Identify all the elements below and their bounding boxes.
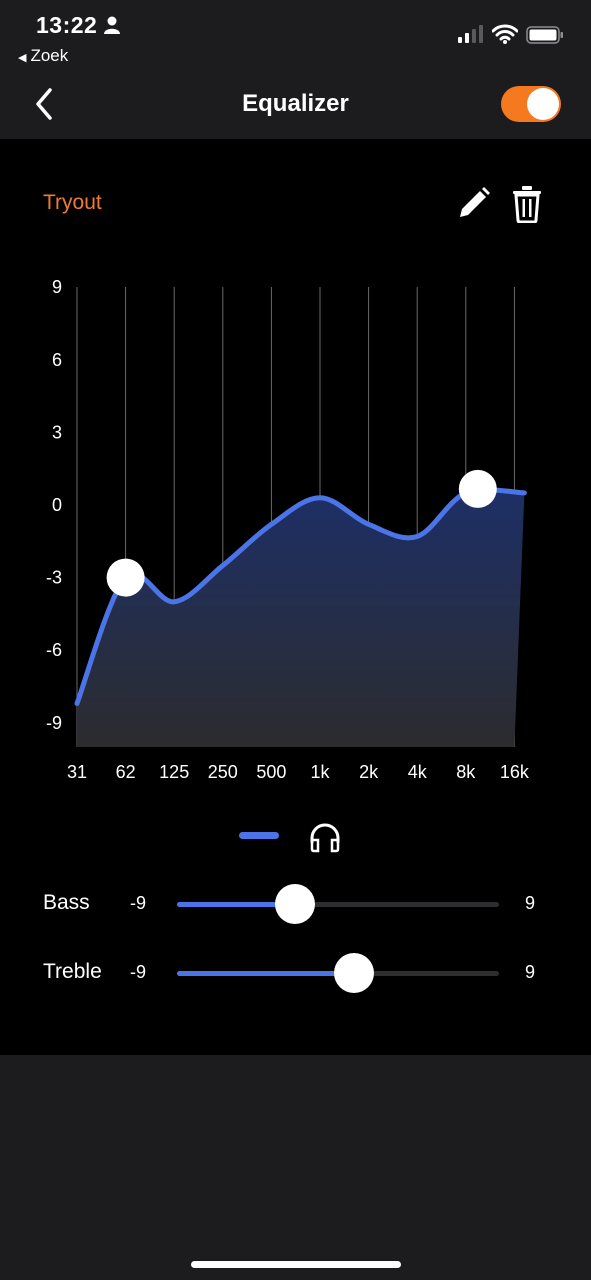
bass-slider-thumb[interactable] (275, 884, 316, 924)
x-tick-label: 125 (159, 762, 189, 782)
treble-slider[interactable] (177, 953, 499, 993)
x-tick-label: 1k (310, 762, 330, 782)
x-tick-label: 16k (500, 762, 530, 782)
equalizer-chart[interactable]: 9 6 3 0 -3 -6 -9 31 62 125 250 500 1k 2k 4k 8k 16k (0, 259, 591, 799)
x-axis-ticks: 31 62 125 250 500 1k 2k 4k 8k 16k (67, 762, 530, 782)
y-tick-label: -3 (46, 568, 62, 588)
x-tick-label: 62 (116, 762, 136, 782)
status-bar: 13:22 ◀ Zoek (0, 0, 591, 70)
equalizer-panel: Tryout 9 6 3 0 -3 -6 -9 31 62 125 250 500 1k 2k 4k 8k 1… (0, 139, 591, 1055)
treble-max-value: 9 (525, 962, 536, 982)
treble-label: Treble (43, 960, 102, 983)
x-tick-label: 8k (456, 762, 476, 782)
y-tick-label: -6 (46, 640, 62, 660)
bass-min-value: -9 (130, 893, 147, 913)
status-time: 13:22 (36, 12, 98, 38)
y-tick-label: 6 (52, 350, 62, 370)
wifi-icon (491, 24, 519, 49)
trash-icon[interactable] (510, 185, 544, 228)
y-tick-label: 9 (52, 277, 62, 297)
equalizer-toggle[interactable] (501, 86, 561, 122)
treble-slider-fill (177, 971, 355, 976)
cellular-signal-icon (458, 25, 484, 48)
x-tick-label: 500 (256, 762, 286, 782)
back-app-label: Zoek (30, 46, 69, 65)
y-tick-label: 3 (52, 422, 62, 442)
y-axis-ticks: 9 6 3 0 -3 -6 -9 (46, 277, 62, 733)
x-tick-label: 250 (208, 762, 238, 782)
bass-max-value: 9 (525, 893, 536, 913)
x-tick-label: 31 (67, 762, 87, 782)
treble-slider-thumb[interactable] (334, 953, 375, 993)
x-tick-label: 4k (408, 762, 428, 782)
y-tick-label: 0 (52, 495, 62, 515)
x-tick-label: 2k (359, 762, 379, 782)
battery-icon (526, 26, 564, 49)
toggle-knob (527, 88, 559, 120)
nav-bar: Equalizer (0, 70, 591, 139)
edit-pencil-icon[interactable] (454, 185, 492, 228)
y-tick-label: -9 (46, 713, 62, 733)
home-indicator[interactable] (191, 1261, 401, 1268)
bass-slider[interactable] (177, 884, 499, 924)
treble-min-value: -9 (130, 962, 147, 982)
bass-label: Bass (43, 891, 90, 914)
headphones-icon (308, 821, 342, 858)
back-triangle-icon: ◀ (18, 52, 27, 64)
legend-line-swatch (239, 832, 279, 839)
eq-area-fill (77, 489, 525, 747)
back-to-app-link[interactable]: ◀ Zoek (18, 46, 68, 66)
eq-handle-8k[interactable] (458, 469, 497, 508)
preset-name[interactable]: Tryout (43, 191, 102, 215)
eq-handle-62[interactable] (106, 558, 145, 597)
person-icon (104, 16, 120, 39)
